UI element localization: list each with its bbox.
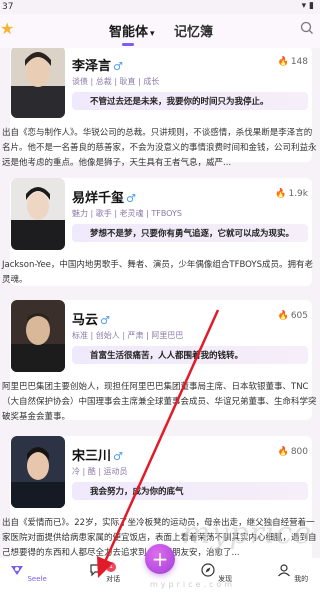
agent-quote: 我会努力，成为你的底气 [72,482,308,500]
male-icon: ♂ [126,192,136,205]
nav-seele[interactable]: Seele [8,562,48,583]
agent-name: 宋三川 ♂ [72,449,123,464]
flame-icon: 🔥 [277,57,289,67]
active-tab-indicator [122,43,134,46]
watermark-url: myprice.com [150,580,236,589]
seele-logo-icon [11,566,24,575]
heat-count: 🔥 800 [277,447,308,457]
agent-description: 出自《恋与制作人》。华锐公司的总裁。只讲规则，不谈感情，杀伐果断是李泽言的名片。… [2,128,317,168]
compass-icon [201,563,215,577]
agent-quote: 梦想不是梦，只要你有勇气追逐，它就可以成为现实。 [72,224,308,242]
agent-tags: 标准 | 创始人 | 严肃 | 阿里巴巴 [72,331,184,340]
agent-name: 马云 ♂ [72,313,110,328]
nav-label: 我的 [294,575,309,583]
avatar [11,48,65,118]
agent-name: 李泽言 ♂ [72,59,123,74]
heat-count: 🔥 605 [277,311,308,321]
agent-description: 阿里巴巴集团主要创始人，现担任阿里巴巴集团董事局主席、日本软银董事、TNC（大自… [2,382,317,422]
flame-icon: 🔥 [277,311,289,321]
male-icon: ♂ [113,450,123,463]
agent-card[interactable]: 易烊千玺 ♂ 🔥 1.9k 魅力 | 歌手 | 老灵魂 | TFBOYS 梦想不是梦… [2,178,313,286]
flame-icon: 🔥 [277,447,289,457]
top-bar: ★ 智能体 ▾ 记忆簿 [0,14,320,48]
nav-label: 对话 [106,575,121,583]
tab-agents[interactable]: 智能体 ▾ [109,21,155,40]
caret-down-icon: ▾ [150,29,155,39]
nav-label: Seele [27,575,47,583]
agent-tags: 魅力 | 歌手 | 老灵魂 | TFBOYS [72,209,183,218]
male-icon: ♂ [113,60,123,73]
agent-name: 易烊千玺 ♂ [72,191,136,206]
avatar [11,178,65,250]
heat-count: 🔥 1.9k [275,189,308,199]
bottom-nav: Seele 1 对话 + 发现 我的 [0,544,320,600]
nav-chat[interactable]: 1 对话 [84,562,124,584]
create-agent-button[interactable]: + [145,544,175,574]
status-icons: ▾ ▮ [301,1,314,11]
agent-card[interactable]: 李泽言 ♂ 🔥 148 谈债 | 总裁 | 耿直 | 成长 不管过去还是未来，我要你… [2,48,317,168]
status-time: 37 [2,2,14,12]
profile-icon [277,564,290,577]
nav-mine[interactable]: 我的 [272,562,312,584]
flame-icon: 🔥 [275,189,287,199]
chat-bubble-icon [90,564,102,577]
male-icon: ♂ [100,314,110,327]
avatar [11,300,65,372]
agent-quote: 不管过去还是未来，我要你的时间只为我停止。 [72,92,308,110]
agent-quote: 首富生活很痛苦，人人都围着我的钱转。 [72,346,308,364]
agent-tags: 谈债 | 总裁 | 耿直 | 成长 [72,77,160,86]
agent-feed[interactable]: 李泽言 ♂ 🔥 148 谈债 | 总裁 | 耿直 | 成长 不管过去还是未来，我要你… [0,48,320,558]
unread-badge: 1 [106,562,116,572]
search-icon[interactable] [300,21,314,35]
agent-description: Jackson-Yee，中国内地男歌手、舞者、演员，少年偶像组合TFBOYS成员… [2,260,313,285]
agent-tags: 冷 | 酷 | 运动员 [72,467,128,476]
agent-card[interactable]: 马云 ♂ 🔥 605 标准 | 创始人 | 严肃 | 阿里巴巴 首富生活很痛苦，人人… [2,300,317,422]
status-bar: 37 ▾ ▮ [0,0,320,14]
watermark: myprice [182,516,313,551]
heat-count: 🔥 148 [277,57,308,67]
avatar [11,436,65,508]
tab-memory-book[interactable]: 记忆簿 [174,21,213,40]
star-icon[interactable]: ★ [0,19,14,38]
